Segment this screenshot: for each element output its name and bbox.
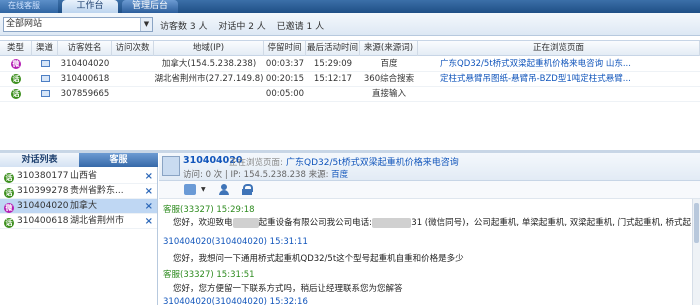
message-body: 您好，欢迎致电▇▇▇▇起重设备有限公司我公司电话:▇▇▇▇▇▇31 (微信同号)… xyxy=(173,218,691,228)
chat-panel: 310404020 正在浏览页面: 广东QD32/5t桥式双梁起重机价格来电咨询… xyxy=(159,153,700,305)
conversation-id: 310404020 xyxy=(17,201,69,211)
conversation-location: 加拿大 xyxy=(70,201,98,211)
chevron-down-icon[interactable]: ▼ xyxy=(140,18,152,31)
close-icon[interactable]: × xyxy=(145,214,153,229)
conversation-location: 贵州省黔东... xyxy=(70,186,124,196)
col-visitor-name: 访客姓名 xyxy=(58,41,112,56)
tab-agents[interactable]: 客服 xyxy=(79,153,158,167)
chevron-down-icon[interactable]: ▼ xyxy=(201,186,206,193)
conversation-id: 310399278 xyxy=(17,186,69,196)
col-visits: 访问次数 xyxy=(112,41,154,56)
visitor-id: 310404020 xyxy=(60,59,110,69)
list-item[interactable]: 话 310399278 贵州省黔东... × xyxy=(0,184,157,199)
visitor-region: 加拿大(154.5.238.238) xyxy=(161,59,257,69)
table-row[interactable]: 微 310404020 加拿大(154.5.238.238) 00:03:37 … xyxy=(0,57,700,72)
conversation-panel: 对话列表 客服 话 310380177 山西省 × 话 310399278 贵州… xyxy=(0,153,158,305)
site-select-value: 全部网站 xyxy=(6,19,43,29)
visitor-stay: 00:20:15 xyxy=(265,74,305,84)
current-page-link[interactable]: 广东QD32/5t桥式双梁起重机价格来电咨询 xyxy=(286,155,459,168)
visitor-page-link[interactable]: 定柱式悬臂吊图纸-悬臂吊-BZD型1吨定柱式悬臂... xyxy=(440,72,698,87)
message-header: 310404020(310404020) 15:31:11 xyxy=(163,237,308,247)
visitor-ref-label: 来源: xyxy=(308,170,329,180)
visitor-stay: 00:03:37 xyxy=(265,59,305,69)
chat-status-icon: 话 xyxy=(4,173,14,183)
scrollbar-thumb[interactable] xyxy=(694,203,699,243)
col-stay: 停留时间 xyxy=(264,41,306,56)
lock-icon[interactable] xyxy=(241,184,253,195)
conversation-location: 湖北省荆州市 xyxy=(70,216,125,226)
message-list[interactable]: 客服(33327) 15:29:18 您好，欢迎致电▇▇▇▇起重设备有限公司我公… xyxy=(159,199,691,305)
col-channel: 渠道 xyxy=(32,41,58,56)
visitor-id: 310400618 xyxy=(60,74,110,84)
chat-status-icon: 话 xyxy=(4,188,14,198)
list-item[interactable]: 话 310380177 山西省 × xyxy=(0,169,157,184)
chat-status-icon: 话 xyxy=(11,89,21,99)
visitor-source: 360综合搜索 xyxy=(363,74,415,84)
chat-status-icon: 话 xyxy=(11,74,21,84)
chat-header: 310404020 正在浏览页面: 广东QD32/5t桥式双梁起重机价格来电咨询… xyxy=(159,153,700,181)
visitor-region: 湖北省荆州市(27.27.149.8) xyxy=(154,74,264,84)
chat-toolbar: ▼ xyxy=(159,181,700,199)
table-row[interactable]: 话 310400618 湖北省荆州市(27.27.149.8) 00:20:15… xyxy=(0,72,700,87)
col-last-active: 最后活动时间 xyxy=(306,41,360,56)
folder-icon[interactable] xyxy=(184,184,196,195)
visitor-page-link[interactable]: 广东QD32/5t桥式双梁起重机价格来电咨询 山东... xyxy=(440,57,698,72)
visitor-stats: 访客数 3 人 对话中 2 人 已邀请 1 人 xyxy=(160,19,332,32)
close-icon[interactable]: × xyxy=(145,184,153,199)
in-chat-count: 对话中 2 人 xyxy=(218,22,266,32)
visitor-info: 访问: 0 次 | IP: 154.5.238.238 来源: 百度 xyxy=(183,170,349,180)
close-icon[interactable]: × xyxy=(145,169,153,184)
visitor-stay: 00:05:00 xyxy=(265,89,305,99)
close-icon[interactable]: × xyxy=(145,199,153,214)
wechat-icon: 微 xyxy=(11,59,21,69)
visitor-id: 307859665 xyxy=(60,89,110,99)
message-header: 客服(33327) 15:31:51 xyxy=(163,270,255,280)
list-item[interactable]: 话 310400618 湖北省荆州市 × xyxy=(0,214,157,229)
visitor-visits: 访问: 0 次 xyxy=(183,170,223,180)
list-item-active[interactable]: 微 310404020 加拿大 × xyxy=(0,199,157,214)
tab-workbench[interactable]: 工作台 xyxy=(62,0,118,13)
visitor-source: 直接输入 xyxy=(371,89,406,99)
monitor-icon xyxy=(40,75,50,82)
conversation-id: 310400618 xyxy=(17,216,69,226)
message-body: 您好，您方便留一下联系方式吗，稍后让经理联系您为您解答 xyxy=(173,284,403,294)
invited-count: 已邀请 1 人 xyxy=(276,22,325,32)
wechat-icon: 微 xyxy=(4,203,14,213)
chat-status-icon: 话 xyxy=(4,218,14,228)
tab-conversation-list[interactable]: 对话列表 xyxy=(0,153,79,167)
table-row[interactable]: 话 307859665 00:05:00 直接输入 xyxy=(0,87,700,102)
col-type: 类型 xyxy=(0,41,32,56)
monitor-icon xyxy=(40,90,50,97)
tab-admin[interactable]: 管理后台 xyxy=(122,0,178,13)
avatar xyxy=(162,156,180,176)
conversation-location: 山西省 xyxy=(70,171,98,181)
app-logo: 在线客服 xyxy=(0,0,58,13)
conversation-id: 310380177 xyxy=(17,171,69,181)
conversation-tabs: 对话列表 客服 xyxy=(0,153,158,167)
col-current-page: 正在浏览页面 xyxy=(418,41,700,56)
message-body: 您好，我想问一下通用桥式起重机QD32/5t这个型号起重机自重和价格是多少 xyxy=(173,254,464,264)
col-source: 来源(来源词) xyxy=(360,41,418,56)
message-header: 客服(33327) 15:29:18 xyxy=(163,205,255,215)
message-header: 310404020(310404020) 15:32:16 xyxy=(163,297,308,305)
visitor-ref: 百度 xyxy=(331,170,349,180)
site-select[interactable]: 全部网站 ▼ xyxy=(3,17,153,32)
visitor-last-active: 15:29:09 xyxy=(313,59,353,69)
monitor-icon xyxy=(40,60,50,67)
visitor-count: 访客数 3 人 xyxy=(160,22,208,32)
visitor-table-header: 类型 渠道 访客姓名 访问次数 地域(IP) 停留时间 最后活动时间 来源(来源… xyxy=(0,40,700,56)
col-region: 地域(IP) xyxy=(154,41,264,56)
visitor-last-active: 15:12:17 xyxy=(313,74,353,84)
visitor-ip: IP: 154.5.238.238 xyxy=(230,170,306,180)
scrollbar[interactable] xyxy=(692,199,700,305)
filter-bar: 全部网站 ▼ 访客数 3 人 对话中 2 人 已邀请 1 人 xyxy=(0,13,700,36)
transfer-user-icon[interactable] xyxy=(218,184,230,195)
visitor-source: 百度 xyxy=(380,59,398,69)
current-page-label: 正在浏览页面: xyxy=(229,158,283,168)
top-bar: 在线客服 工作台 管理后台 xyxy=(0,0,700,13)
